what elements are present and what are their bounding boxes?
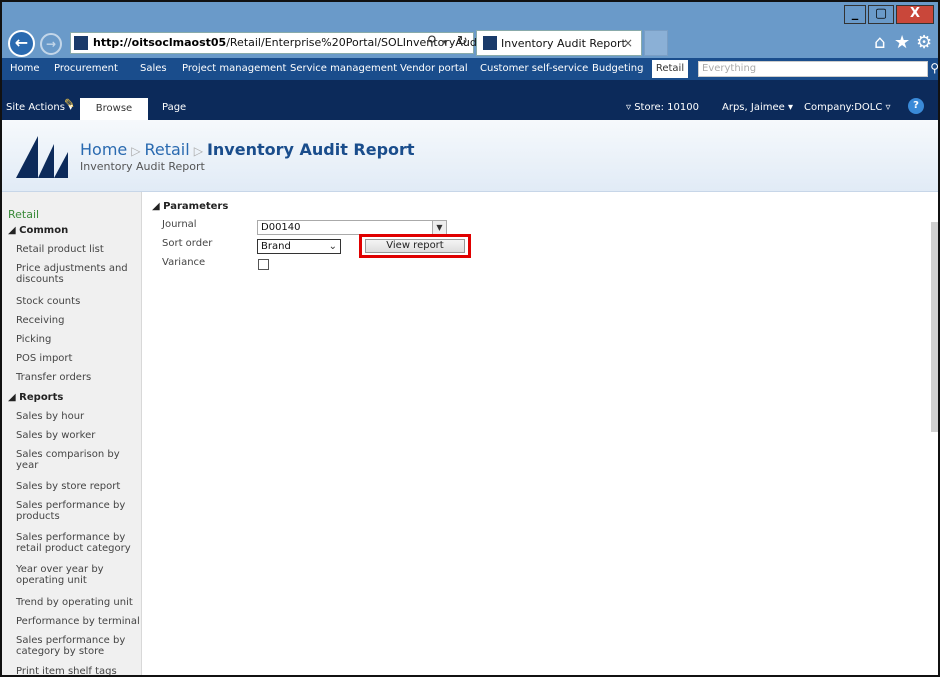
search-box[interactable]: Everything ⚲ [698,61,938,77]
nav-section-common[interactable]: ◢ Common [8,225,68,236]
nav-item[interactable]: Receiving [16,315,140,326]
menu-customer-self-service[interactable]: Customer self-service [480,63,588,74]
help-icon[interactable]: ? [908,98,924,114]
address-bar[interactable]: http://oitsoclmaost05/Retail/Enterprise%… [70,32,516,54]
new-tab-button[interactable] [644,30,668,56]
menu-budgeting[interactable]: Budgeting [592,63,643,74]
nav-item[interactable]: Sales comparison by year [16,449,128,471]
forward-icon[interactable]: → [40,33,62,55]
page-title: Inventory Audit Report [206,140,415,159]
back-icon[interactable]: ← [8,30,35,57]
menu-procurement[interactable]: Procurement [54,63,118,74]
favorites-star-icon[interactable]: ★ [894,32,910,53]
nav-item[interactable]: Sales performance by products [16,500,132,522]
breadcrumb-home[interactable]: Home [80,140,127,159]
breadcrumb-separator-icon: ▷ [193,144,203,158]
nav-item[interactable]: Trend by operating unit [16,597,140,608]
tab-favicon-icon [483,36,497,50]
menu-project-management[interactable]: Project management [182,63,286,74]
refresh-icon[interactable]: ↻ [457,34,468,49]
vertical-scrollbar[interactable] [931,192,938,675]
user-menu[interactable]: Arps, Jaimee ▾ [722,102,793,113]
view-report-button[interactable]: View report [365,239,465,253]
company-selector[interactable]: Company:DOLC ▿ [804,102,891,113]
ribbon: Site Actions ▾ ✎ Browse Page ▿ Store: 10… [2,80,938,120]
nav-item[interactable]: Sales by store report [16,481,140,492]
breadcrumb-separator-icon: ▷ [131,144,141,158]
menu-vendor-portal[interactable]: Vendor portal [400,63,468,74]
variance-label: Variance [162,257,206,268]
view-report-highlight: View report [359,234,471,258]
journal-value: D00140 [261,222,301,233]
journal-label: Journal [162,219,197,230]
nav-item[interactable]: Picking [16,334,140,345]
browser-toolbar: ← → http://oitsoclmaost05/Retail/Enterpr… [2,28,938,58]
dropdown-icon[interactable]: ▾ [443,38,448,48]
maximize-button[interactable]: ▢ [868,5,894,24]
breadcrumb-retail[interactable]: Retail [144,140,189,159]
nav-item[interactable]: Print item shelf tags [16,666,140,675]
nav-item[interactable]: Price adjustments and discounts [16,263,136,285]
site-favicon-icon [74,36,88,50]
nav-item[interactable]: Sales by hour [16,411,140,422]
navigate-up-icon[interactable]: ✎ [64,97,75,112]
search-icon[interactable]: ⚲ [427,34,437,49]
sort-order-select[interactable]: Brand ⌄ [257,239,341,254]
minimize-button[interactable]: _ [844,5,866,24]
tab-page[interactable]: Page [162,102,186,113]
tab-browse[interactable]: Browse [80,98,148,120]
parameters-header[interactable]: ◢ Parameters [152,201,228,212]
nav-item[interactable]: Sales by worker [16,430,140,441]
window-titlebar: _ ▢ X [2,2,938,28]
nav-item[interactable]: Stock counts [16,296,140,307]
page-header: Home ▷ Retail ▷ Inventory Audit Report Inven… [2,120,938,192]
nav-item[interactable]: Sales performance by category by store [16,635,128,657]
window: _ ▢ X ← → http://oitsoclmaost05/Retail/E… [0,0,940,677]
journal-field[interactable]: D00140 ▼ [257,220,447,235]
nav-item[interactable]: Year over year by operating unit [16,564,116,586]
nav-item[interactable]: Sales performance by retail product cate… [16,532,140,554]
menu-service-management[interactable]: Service management [290,63,397,74]
menu-retail[interactable]: Retail [652,60,688,78]
store-selector[interactable]: ▿ Store: 10100 [626,102,699,113]
sort-order-label: Sort order [162,238,213,249]
menu-home[interactable]: Home [10,63,40,74]
tab-title: Inventory Audit Report [501,37,626,50]
nav-item[interactable]: POS import [16,353,140,364]
nav-title[interactable]: Retail [8,208,39,221]
nav-item[interactable]: Retail product list [16,244,140,255]
scrollbar-thumb[interactable] [931,222,938,432]
breadcrumb: Home ▷ Retail ▷ Inventory Audit Report [80,140,415,159]
address-url: http://oitsoclmaost05/Retail/Enterprise%… [93,36,517,49]
module-menu: Home Procurement Sales Project managemen… [2,58,938,80]
page-subtitle: Inventory Audit Report [80,160,205,173]
dynamics-logo-icon [16,136,68,178]
search-placeholder: Everything [702,63,757,74]
nav-item[interactable]: Performance by terminal [16,616,140,627]
browser-tab[interactable]: Inventory Audit Report × [476,30,642,56]
left-navigation: Retail ◢ Common Retail product list Pric… [2,192,142,675]
sort-order-value: Brand [261,241,291,252]
nav-item[interactable]: Transfer orders [16,372,140,383]
chevron-down-icon[interactable]: ⌄ [329,240,337,253]
settings-gear-icon[interactable]: ⚙ [916,32,932,53]
search-icon[interactable]: ⚲ [930,61,938,75]
menu-sales[interactable]: Sales [140,63,167,74]
close-button[interactable]: X [896,5,934,24]
variance-checkbox[interactable] [258,259,269,270]
journal-lookup-icon[interactable]: ▼ [432,221,446,234]
home-icon[interactable]: ⌂ [874,32,885,53]
nav-section-reports[interactable]: ◢ Reports [8,392,63,403]
close-tab-icon[interactable]: × [623,36,633,50]
